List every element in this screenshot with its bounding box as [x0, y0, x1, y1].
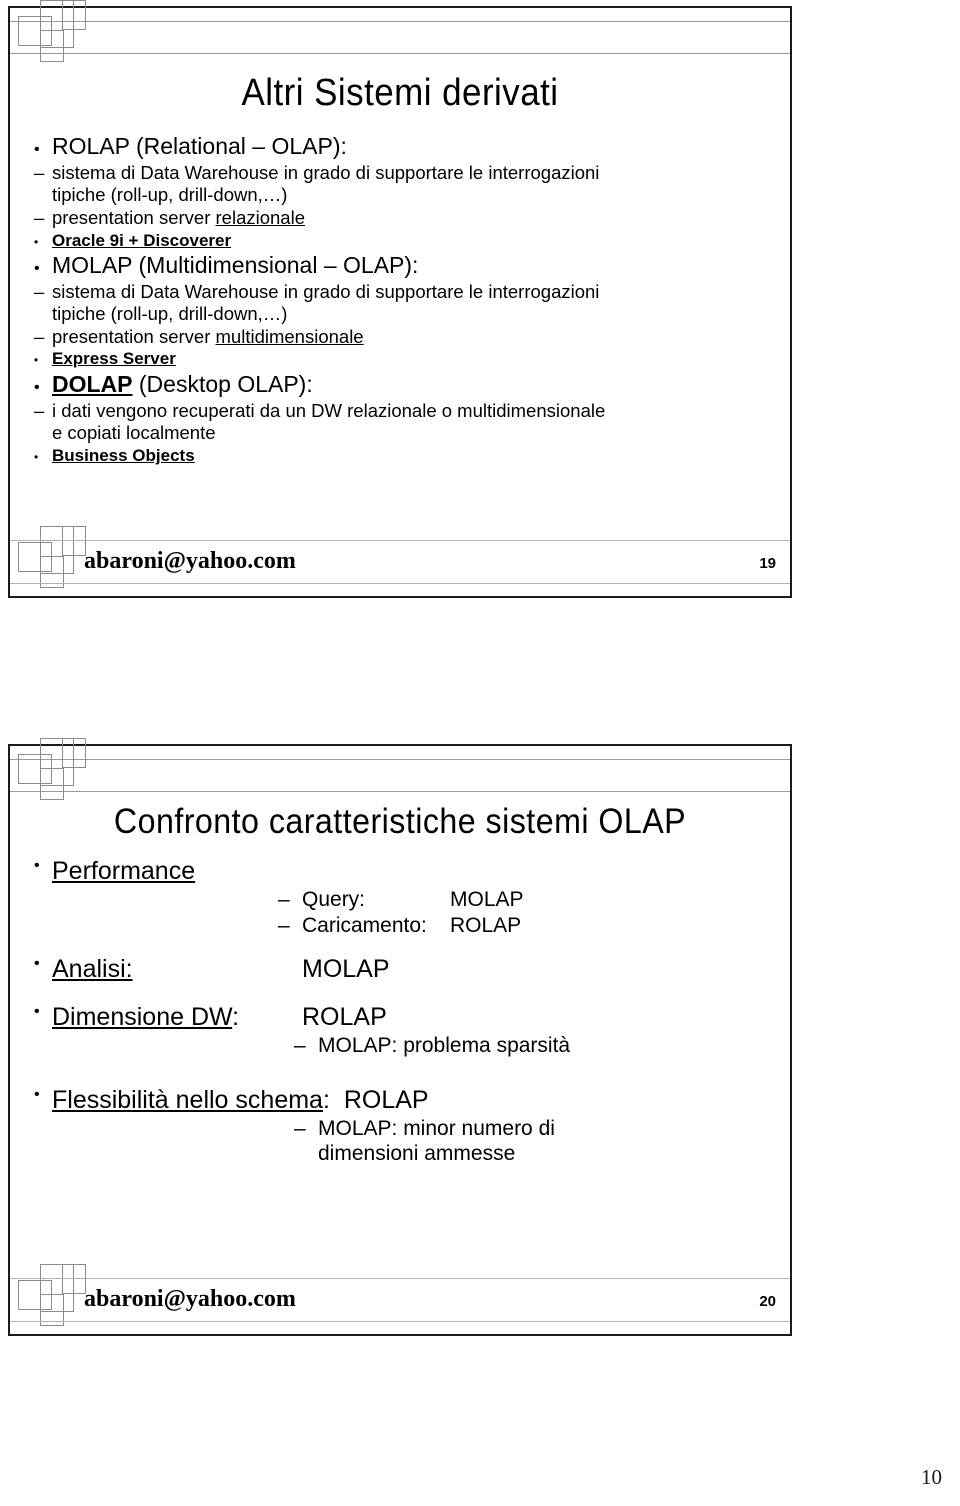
header-rule-top	[10, 759, 790, 760]
list-item-molap-sub2: presentation server multidimensionale	[28, 326, 776, 349]
rolap-sub2-underlined: relazionale	[215, 207, 305, 229]
list-item-business-objects: Business Objects	[28, 445, 776, 466]
dash-bullet-icon	[34, 207, 44, 230]
footer-slide-number: 19	[759, 555, 776, 572]
molap-heading-text: MOLAP (Multidimensional – OLAP):	[52, 251, 419, 278]
footer-email: abaroni@yahoo.com	[84, 548, 296, 574]
molap-sub2-underlined: multidimensionale	[215, 325, 364, 347]
header-rule-bottom	[10, 791, 790, 792]
bullet-list-level1: ROLAP (Relational – OLAP): sistema di Da…	[28, 132, 776, 466]
row-flessibilita-label: Flessibilità nello schema	[52, 1085, 323, 1114]
sub-molap-minor-numero: – MOLAP: minor numero di	[28, 1116, 776, 1142]
sheet-page-number: 10	[921, 1465, 942, 1489]
list-item-dolap-heading: DOLAP (Desktop OLAP):	[28, 370, 776, 400]
slide-2-body: • Performance – Query: MOLAP – Caricamento:…	[28, 856, 776, 1167]
row-dimensione-dw-label: Dimensione DW	[52, 1002, 233, 1031]
round-bullet-icon	[34, 251, 40, 281]
sub-query-value: MOLAP	[450, 888, 524, 912]
molap-sub1-line2: tipiche (roll-up, drill-down,…)	[52, 303, 288, 325]
dash-bullet-icon	[34, 162, 44, 185]
rolap-sub1-line1: sistema di Data Warehouse in grado di su…	[52, 161, 600, 183]
sub-molap-sparsita-label: MOLAP: problema sparsità	[318, 1033, 571, 1057]
footer-rule-bottom	[10, 583, 790, 584]
slide-1-footer: abaroni@yahoo.com 19	[10, 540, 790, 584]
footer-email: abaroni@yahoo.com	[84, 1286, 296, 1312]
footer-slide-number: 20	[759, 1293, 776, 1310]
sub-query-label: Query:	[302, 888, 366, 912]
row-flessibilita-value: ROLAP	[343, 1085, 429, 1114]
sub-molap-sparsita: – MOLAP: problema sparsità	[28, 1033, 776, 1059]
list-item-molap-heading: MOLAP (Multidimensional – OLAP):	[28, 251, 776, 281]
round-bullet-icon	[34, 370, 40, 400]
dolap-sub1-line2: e copiati localmente	[52, 422, 216, 444]
slide-1-body: ROLAP (Relational – OLAP): sistema di Da…	[28, 132, 776, 466]
row-analisi: • Analisi: MOLAP	[28, 954, 776, 985]
list-item-rolap-sub1: sistema di Data Warehouse in grado di su…	[28, 162, 776, 207]
sub-caricamento: – Caricamento: ROLAP	[28, 913, 776, 939]
molap-sub2-plain: presentation server	[52, 325, 216, 347]
header-rule-bottom	[10, 53, 790, 54]
slide-2-title: Confronto caratteristiche sistemi OLAP	[113, 802, 687, 841]
round-bullet-icon: •	[34, 1085, 40, 1103]
row-flessibilita: • Flessibilità nello schema: ROLAP	[28, 1085, 776, 1116]
slide-1-title: Altri Sistemi derivati	[241, 72, 559, 114]
round-bullet-icon	[34, 132, 40, 162]
sub-molap-minor-numero-label: MOLAP: minor numero di	[318, 1116, 555, 1140]
row-dimensione-dw: • Dimensione DW: ROLAP	[28, 1002, 776, 1033]
list-item-rolap-heading: ROLAP (Relational – OLAP):	[28, 132, 776, 162]
slide-1: Altri Sistemi derivati ROLAP (Relational…	[8, 0, 792, 598]
dash-bullet-icon	[34, 326, 44, 349]
row-performance: • Performance	[28, 856, 776, 887]
dash-bullet-icon: –	[278, 888, 290, 912]
dash-bullet-icon: –	[294, 1116, 306, 1140]
dolap-keyword: DOLAP	[52, 370, 133, 397]
round-bullet-icon: •	[34, 1002, 40, 1020]
rolap-sub1-line2: tipiche (roll-up, drill-down,…)	[52, 184, 288, 206]
rolap-heading-text: ROLAP (Relational – OLAP):	[52, 133, 347, 159]
row-dimensione-dw-value: ROLAP	[302, 1002, 387, 1031]
dash-bullet-icon	[34, 400, 44, 423]
sub-caricamento-value: ROLAP	[450, 913, 522, 937]
rolap-sub2-plain: presentation server	[52, 207, 216, 229]
slide-2-footer: abaroni@yahoo.com 20	[10, 1278, 790, 1322]
list-item-express-server: Express Server	[28, 348, 776, 369]
dolap-heading-rest: (Desktop OLAP):	[132, 370, 313, 397]
row-performance-label: Performance	[52, 857, 196, 885]
row-dimensione-dw-label-tail: :	[232, 1002, 240, 1031]
oracle-discoverer-text: Oracle 9i + Discoverer	[52, 230, 232, 250]
list-item-oracle-discoverer: Oracle 9i + Discoverer	[28, 230, 776, 251]
molap-sub1-line1: sistema di Data Warehouse in grado di su…	[52, 280, 600, 302]
business-objects-text: Business Objects	[52, 445, 195, 465]
footer-rule-bottom	[10, 1321, 790, 1322]
list-item-rolap-sub2: presentation server relazionale	[28, 207, 776, 230]
sub-dimensioni-ammesse: dimensioni ammesse	[28, 1141, 776, 1167]
footer-rule-top	[10, 1278, 790, 1279]
dolap-sub1-line1: i dati vengono recuperati da un DW relaz…	[52, 399, 606, 421]
row-analisi-value: MOLAP	[302, 955, 390, 984]
list-item-molap-sub1: sistema di Data Warehouse in grado di su…	[28, 281, 776, 326]
round-bullet-icon: •	[34, 955, 40, 973]
dash-bullet-icon: –	[294, 1033, 306, 1057]
small-round-bullet-icon	[34, 230, 38, 251]
row-flessibilita-label-tail: :	[322, 1085, 330, 1114]
header-rule-top	[10, 21, 790, 22]
dash-bullet-icon: –	[278, 913, 290, 937]
sub-dimensioni-ammesse-label: dimensioni ammesse	[318, 1142, 516, 1166]
list-item-dolap-sub1: i dati vengono recuperati da un DW relaz…	[28, 400, 776, 445]
slide-2: Confronto caratteristiche sistemi OLAP •…	[8, 738, 792, 1336]
round-bullet-icon: •	[34, 857, 40, 874]
express-server-text: Express Server	[52, 349, 176, 369]
small-round-bullet-icon	[34, 348, 38, 369]
small-round-bullet-icon	[34, 445, 38, 466]
row-analisi-label: Analisi:	[52, 955, 133, 984]
footer-rule-top	[10, 540, 790, 541]
sub-caricamento-label: Caricamento:	[302, 913, 427, 937]
dash-bullet-icon	[34, 281, 44, 304]
sub-query: – Query: MOLAP	[28, 887, 776, 913]
